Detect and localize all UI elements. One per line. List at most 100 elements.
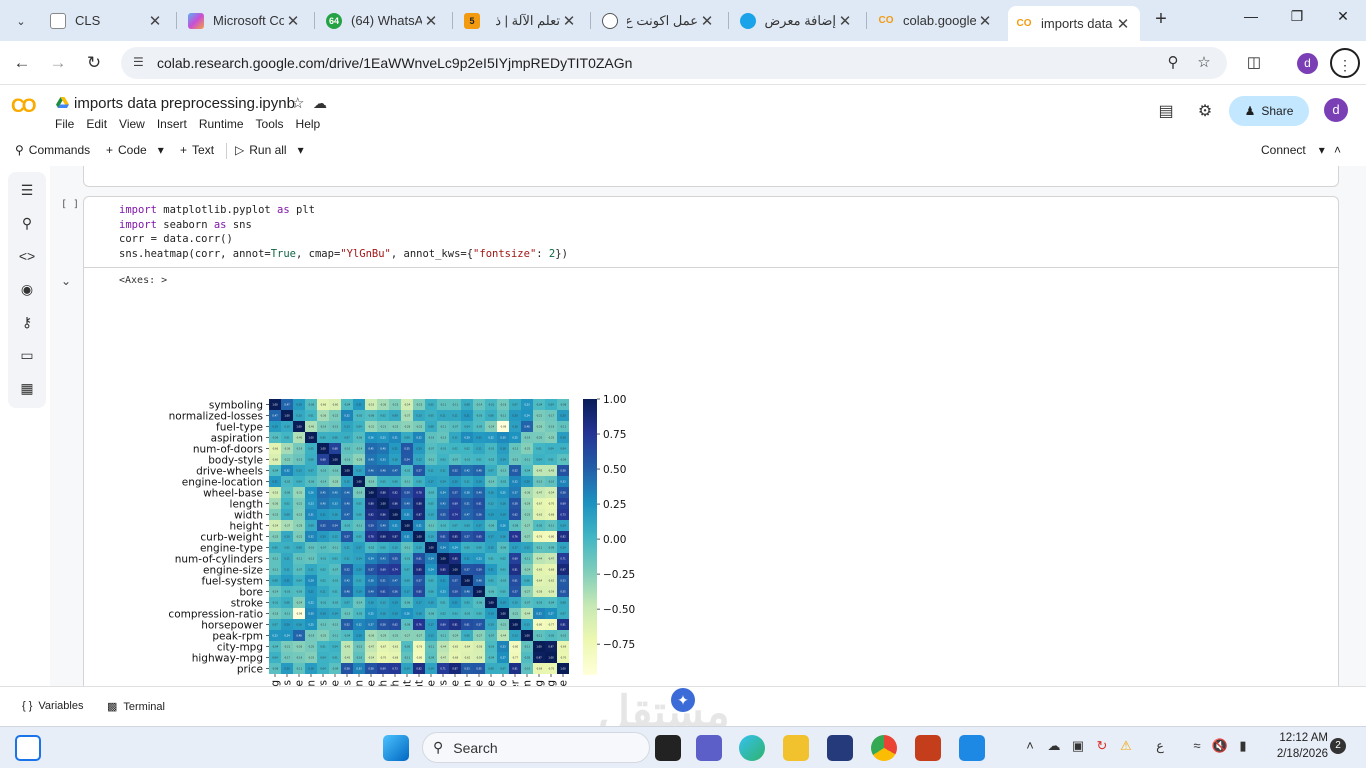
profile-avatar[interactable]: d xyxy=(1297,53,1318,74)
menu-file[interactable]: File xyxy=(55,117,74,131)
notification-badge[interactable]: 2 xyxy=(1330,738,1346,754)
window-close-icon[interactable]: ✕ xyxy=(1320,8,1366,32)
volume-muted-icon[interactable]: 🔇 xyxy=(1211,738,1229,756)
code-snippets-icon[interactable]: <> xyxy=(17,248,37,268)
zoom-search-icon[interactable]: ⚲ xyxy=(1163,53,1183,73)
close-icon[interactable]: ✕ xyxy=(146,12,164,30)
address-bar[interactable]: ☰ colab.research.google.com/drive/1EaWWn… xyxy=(121,47,1227,79)
browser-tab[interactable]: عمل اكونت ع ✕ xyxy=(594,6,724,35)
find-replace-icon[interactable]: ⚲ xyxy=(17,215,37,235)
notebook-title[interactable]: imports data preprocessing.ipynb xyxy=(74,95,295,112)
chrome-icon[interactable] xyxy=(871,735,897,761)
browser-tab-active[interactable]: CO imports data ✕ xyxy=(1008,6,1140,41)
browser-tab[interactable]: 5 تعلم الآلة | ذ ✕ xyxy=(456,6,586,35)
settings-gear-icon[interactable]: ⚙ xyxy=(1194,101,1216,123)
code-cell[interactable]: import matplotlib.pyplot as plt import se… xyxy=(83,196,1339,268)
menu-insert[interactable]: Insert xyxy=(157,117,187,131)
language-indicator[interactable]: ع xyxy=(1151,738,1169,756)
browser-tab[interactable]: إضافة معرض ✕ xyxy=(732,6,862,35)
file-explorer-icon[interactable] xyxy=(783,735,809,761)
extensions-icon[interactable]: ◫ xyxy=(1241,50,1267,76)
code-editor[interactable]: import matplotlib.pyplot as plt import se… xyxy=(119,203,568,261)
security-warning-icon[interactable]: ⚠ xyxy=(1117,738,1135,756)
minimize-icon[interactable]: — xyxy=(1228,8,1274,32)
chevron-down-icon[interactable]: ▾ xyxy=(298,143,304,157)
wifi-icon[interactable]: ≈ xyxy=(1188,738,1206,756)
menu-tools[interactable]: Tools xyxy=(256,117,284,131)
windows-start-icon[interactable] xyxy=(383,735,409,761)
new-tab-button[interactable]: + xyxy=(1150,9,1172,31)
url-text[interactable]: colab.research.google.com/drive/1EaWWnve… xyxy=(157,55,632,71)
chevron-down-icon[interactable]: ▾ xyxy=(158,143,164,157)
star-icon[interactable]: ☆ xyxy=(291,94,304,112)
add-code-button[interactable]: + Code ▾ xyxy=(106,143,164,157)
menu-help[interactable]: Help xyxy=(296,117,321,131)
colab-logo[interactable]: CO xyxy=(11,96,36,118)
sync-icon[interactable]: ↻ xyxy=(1093,738,1111,756)
close-icon[interactable]: ✕ xyxy=(422,12,440,30)
menu-runtime[interactable]: Runtime xyxy=(199,117,244,131)
battery-icon[interactable]: ▮ xyxy=(1234,738,1252,756)
teams-icon[interactable] xyxy=(696,735,722,761)
data-table-icon[interactable]: ▦ xyxy=(17,380,37,400)
variables-inspector-icon[interactable]: ◉ xyxy=(17,281,37,301)
edge-icon[interactable] xyxy=(739,735,765,761)
close-icon[interactable]: ✕ xyxy=(284,12,302,30)
restore-icon[interactable]: ❐ xyxy=(1274,8,1320,32)
browser-tab[interactable]: Microsoft Co ✕ xyxy=(180,6,310,35)
site-info-icon[interactable]: ☰ xyxy=(133,55,149,71)
heatmap-cell-label: 0.37 xyxy=(368,623,374,626)
task-view-icon[interactable] xyxy=(655,735,681,761)
heatmap-cell-label: -0.11 xyxy=(536,634,543,637)
table-of-contents-icon[interactable]: ☰ xyxy=(17,182,37,202)
cell-run-indicator[interactable]: [ ] xyxy=(61,199,79,210)
reload-icon[interactable]: ↻ xyxy=(81,50,107,76)
collapse-icon[interactable]: ˄ xyxy=(1334,143,1341,157)
photos-icon[interactable] xyxy=(959,735,985,761)
taskbar-search[interactable]: ⚲ Search xyxy=(422,732,650,763)
heatmap-cell-label: -0.31 xyxy=(296,491,303,494)
browser-tab[interactable]: CO colab.google ✕ xyxy=(870,6,1002,35)
commands-button[interactable]: ⚲ Commands xyxy=(15,143,90,157)
powerpoint-icon[interactable] xyxy=(915,735,941,761)
tab-search-icon[interactable]: ⌄ xyxy=(8,8,34,34)
close-icon[interactable]: ✕ xyxy=(1114,15,1132,33)
close-icon[interactable]: ✕ xyxy=(698,12,716,30)
app-tray-icon[interactable]: ▣ xyxy=(1069,738,1087,756)
browser-tab[interactable]: 64 (64) WhatsAp ✕ xyxy=(318,6,448,35)
variables-button[interactable]: { } Variables xyxy=(22,700,83,712)
show-hidden-icons-chevron-icon[interactable]: ˄ xyxy=(1021,738,1039,756)
comments-icon[interactable]: ▤ xyxy=(1155,101,1177,123)
close-icon[interactable]: ✕ xyxy=(560,12,578,30)
previous-cell[interactable] xyxy=(83,166,1339,187)
user-avatar[interactable]: d xyxy=(1324,98,1348,122)
heatmap-cell-label: 0.16 xyxy=(512,425,518,428)
run-all-button[interactable]: ▷ Run all ▾ xyxy=(235,143,304,157)
heatmap-cell-label: -0.11 xyxy=(500,414,507,417)
output-collapse-chevron-icon[interactable]: ⌄ xyxy=(61,274,71,288)
heatmap-cell-label: 0.58 xyxy=(512,502,518,505)
close-icon[interactable]: ✕ xyxy=(976,12,994,30)
chevron-down-icon[interactable]: ▾ xyxy=(1319,143,1325,157)
cloud-offline-icon[interactable]: ☁ xyxy=(1045,738,1063,756)
secrets-key-icon[interactable]: ⚷ xyxy=(17,314,37,334)
forward-icon[interactable]: → xyxy=(45,50,71,76)
bookmark-star-icon[interactable]: ☆ xyxy=(1194,53,1214,73)
share-button[interactable]: ♟ Share xyxy=(1229,96,1309,126)
connect-button[interactable]: Connect ▾ xyxy=(1261,143,1325,157)
taskbar-clock[interactable]: 12:12 AM 2/18/2026 xyxy=(1262,730,1328,762)
gemini-sparkle-icon[interactable]: ✦ xyxy=(671,688,695,712)
widgets-icon[interactable] xyxy=(15,735,41,761)
heatmap-cell-label: -0.03 xyxy=(476,414,483,417)
menu-edit[interactable]: Edit xyxy=(86,117,107,131)
files-folder-icon[interactable]: ▭ xyxy=(17,347,37,367)
add-text-button[interactable]: + Text xyxy=(180,143,214,157)
menu-view[interactable]: View xyxy=(119,117,145,131)
heatmap-cell-label: 0.13 xyxy=(296,469,302,472)
back-icon[interactable]: ← xyxy=(9,50,35,76)
browser-menu-icon[interactable]: ⋮ xyxy=(1330,48,1360,78)
browser-tab[interactable]: CLS ✕ xyxy=(42,6,172,35)
store-icon[interactable] xyxy=(827,735,853,761)
terminal-button[interactable]: ▩ Terminal xyxy=(107,700,165,714)
close-icon[interactable]: ✕ xyxy=(836,12,854,30)
